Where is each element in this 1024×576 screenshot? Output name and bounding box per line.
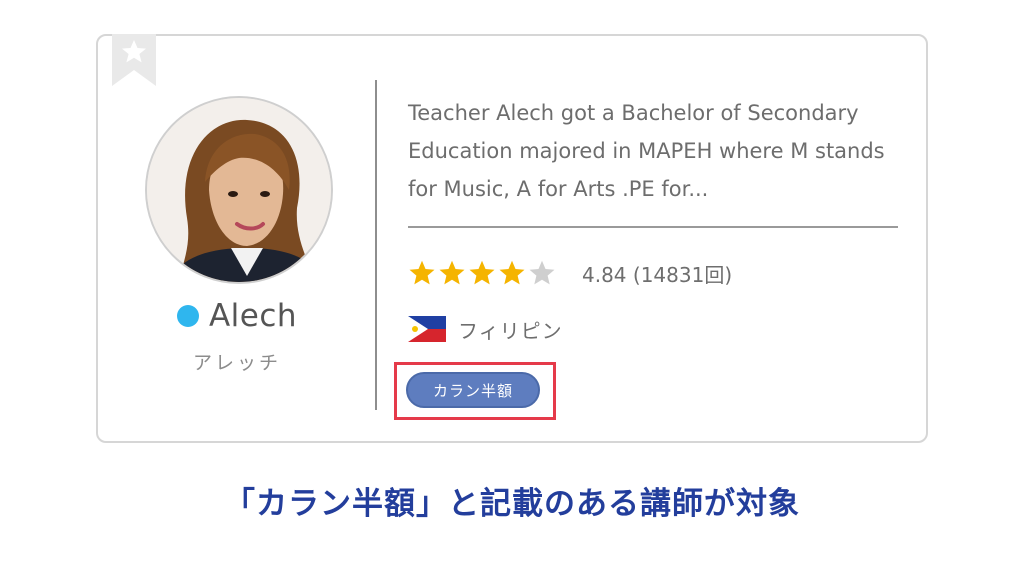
philippines-flag-icon	[408, 316, 446, 342]
caption: 「カラン半額」と記載のある講師が対象	[224, 486, 800, 522]
star-rating	[408, 259, 556, 287]
star-icon	[409, 260, 435, 285]
star-icon	[469, 260, 495, 285]
teacher-name-kana: アレッチ	[192, 352, 281, 374]
rating-row: 4.84 (14831回)	[408, 256, 732, 290]
teacher-avatar[interactable]	[145, 96, 333, 284]
teacher-country: フィリピン	[458, 318, 563, 343]
teacher-description: Teacher Alech got a Bachelor of Secondar…	[408, 101, 885, 201]
screenshot-stage: Alech アレッチ Teacher Alech got a Bachelor …	[0, 0, 1024, 576]
star-icon	[499, 260, 525, 285]
callan-half-price-badge: カラン半額	[406, 372, 540, 408]
rating-count: 4.84 (14831回)	[582, 262, 733, 287]
description-divider	[408, 226, 898, 228]
teacher-name[interactable]: Alech	[209, 298, 297, 334]
teacher-card[interactable]: Alech アレッチ Teacher Alech got a Bachelor …	[96, 34, 928, 443]
teacher-name-row: Alech	[98, 298, 376, 334]
star-icon	[439, 260, 465, 285]
teacher-profile-column: Alech アレッチ	[98, 36, 376, 441]
column-divider	[375, 80, 377, 410]
teacher-details-column: Teacher Alech got a Bachelor of Secondar…	[394, 36, 898, 441]
star-icon	[529, 260, 555, 285]
country-row: フィリピン	[408, 314, 563, 344]
online-status-indicator	[176, 305, 199, 327]
